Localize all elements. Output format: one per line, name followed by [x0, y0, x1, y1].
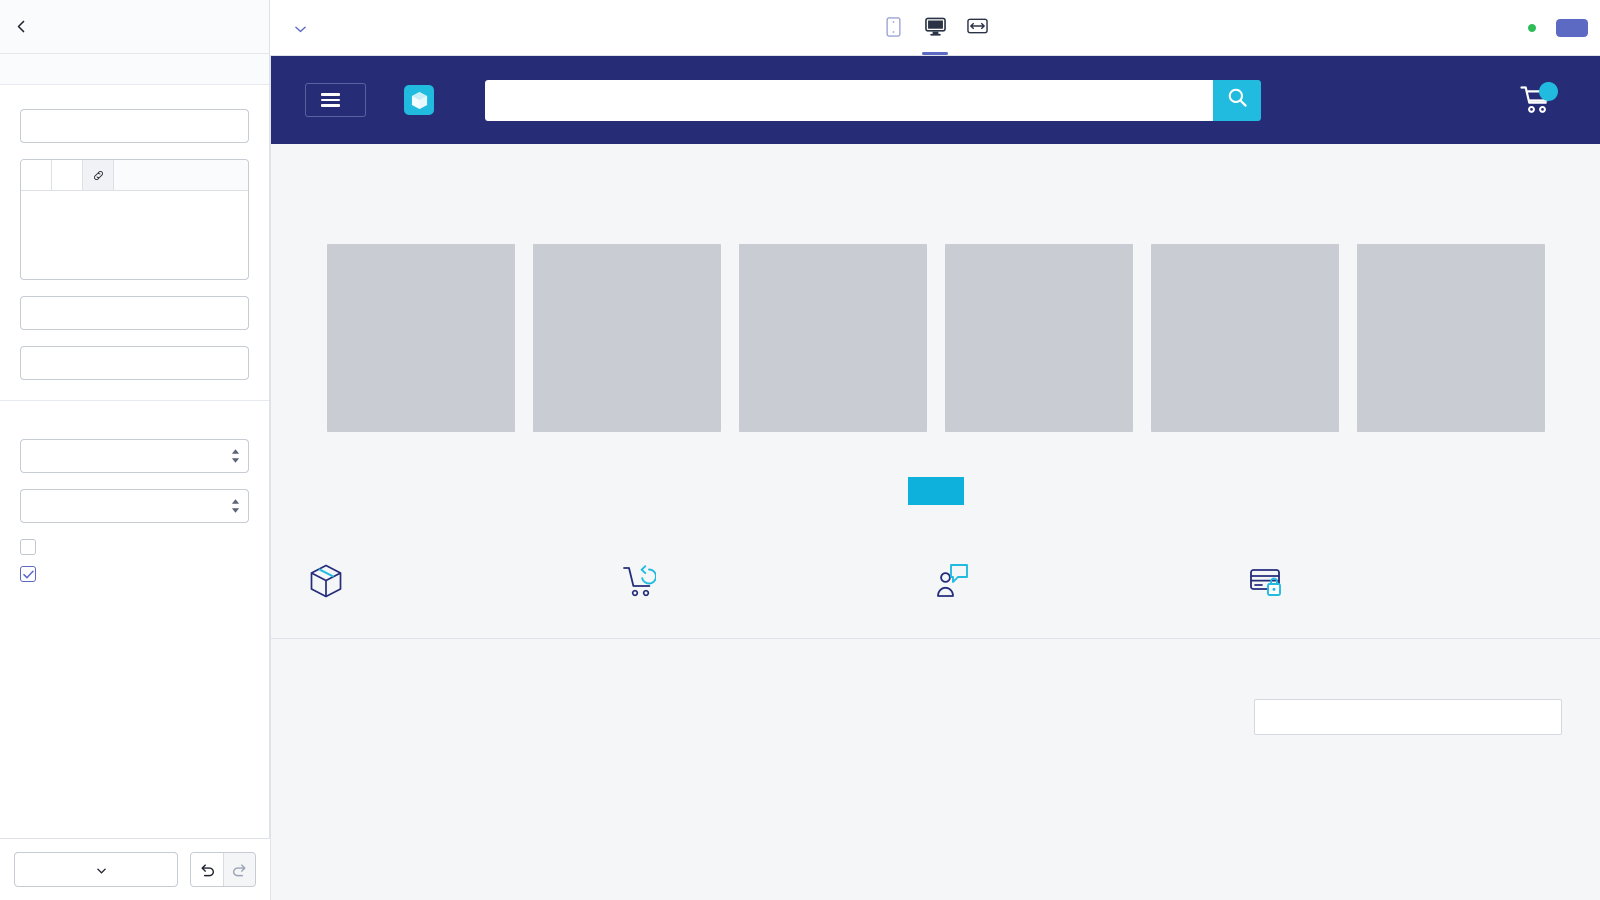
field-title: [20, 109, 249, 143]
settings-group-appearance: [0, 400, 269, 613]
return-cart-icon: [622, 563, 658, 604]
store-header: [271, 56, 1600, 144]
gallery-image[interactable]: [944, 244, 1133, 432]
desktop-view-button[interactable]: [918, 7, 952, 55]
follow-button[interactable]: [907, 477, 964, 505]
gallery-image[interactable]: [738, 244, 927, 432]
footer-newsletter: [1254, 677, 1562, 735]
check-icon: [22, 569, 34, 578]
newsletter-email-input[interactable]: [1254, 699, 1562, 735]
store-search-input[interactable]: [485, 79, 1213, 121]
box-logo-icon: [404, 85, 434, 115]
device-preview-toggle: [876, 0, 994, 56]
fullwidth-view-button[interactable]: [960, 7, 994, 49]
undo-icon[interactable]: [191, 853, 223, 886]
storefront: [271, 56, 1600, 900]
field-button-text: [20, 296, 249, 330]
trust-badges: [271, 505, 1600, 639]
desktop-icon: [924, 17, 946, 42]
editor-main: [270, 0, 1600, 900]
store-brand[interactable]: [404, 85, 447, 115]
footer-menu: [976, 677, 1254, 735]
field-button-link: [20, 346, 249, 380]
store-search: [485, 79, 1261, 121]
store-search-button[interactable]: [1213, 79, 1261, 121]
section-subtitle: [271, 190, 1600, 212]
image-size-select[interactable]: [20, 489, 249, 523]
store-cart-button[interactable]: [1500, 82, 1566, 115]
live-dot-icon: [1528, 23, 1536, 32]
live-status: [1528, 23, 1542, 32]
italic-button[interactable]: [52, 160, 83, 190]
secure-card-icon: [1249, 563, 1283, 604]
sidebar-scroll-body[interactable]: [0, 85, 269, 900]
trust-item: [309, 563, 622, 604]
cart-count-badge: [1539, 82, 1558, 101]
store-footer: [271, 639, 1600, 735]
instagram-gallery: [271, 212, 1600, 432]
editor-topbar: [270, 0, 1600, 56]
gallery-image[interactable]: [1356, 244, 1545, 432]
search-icon: [1227, 87, 1248, 113]
checkbox-box[interactable]: [20, 566, 36, 582]
layout-select[interactable]: [20, 439, 249, 473]
save-button[interactable]: [1556, 18, 1588, 37]
chevron-left-icon: [14, 19, 29, 34]
subtitle-richtext[interactable]: [20, 159, 249, 280]
field-layout: [20, 439, 249, 473]
field-image-size: [20, 489, 249, 523]
mobile-view-button[interactable]: [876, 7, 910, 49]
settings-group-main: [0, 85, 269, 400]
history-buttons: [190, 852, 256, 887]
follow-button-wrap: [271, 432, 1600, 505]
image-size-select-wrap: [20, 489, 249, 523]
checkbox-box[interactable]: [20, 539, 36, 555]
settings-sidebar: [0, 0, 270, 900]
gallery-image[interactable]: [326, 244, 515, 432]
checkbox-spacing[interactable]: [20, 566, 249, 582]
trust-item: [1249, 563, 1562, 604]
layout-select-wrap: [20, 439, 249, 473]
chevron-down-icon: [295, 20, 306, 36]
cart-icon: [1520, 82, 1558, 115]
title-input[interactable]: [20, 109, 249, 143]
theme-actions-dropdown[interactable]: [14, 852, 178, 887]
support-chat-icon: [936, 563, 970, 604]
store-menu-button[interactable]: [305, 83, 366, 117]
gallery-image[interactable]: [1150, 244, 1339, 432]
hamburger-icon: [321, 93, 340, 107]
sidebar-header: [0, 0, 269, 54]
checkbox-full-width[interactable]: [20, 539, 249, 555]
fullwidth-icon: [966, 17, 988, 40]
button-text-input[interactable]: [20, 296, 249, 330]
appearance-heading: [20, 419, 249, 425]
button-link-input[interactable]: [20, 346, 249, 380]
back-button[interactable]: [0, 0, 42, 54]
bold-button[interactable]: [21, 160, 52, 190]
footer-about: [309, 677, 976, 735]
topbar-actions: [1528, 18, 1588, 37]
gallery-image[interactable]: [532, 244, 721, 432]
sidebar-footer-bar: [0, 838, 270, 900]
trust-item: [622, 563, 935, 604]
package-icon: [309, 563, 343, 604]
field-subtitle: [20, 159, 249, 280]
trust-item: [936, 563, 1249, 604]
redo-icon[interactable]: [223, 853, 255, 886]
page-selector[interactable]: [280, 14, 314, 42]
section-title: [271, 144, 1600, 190]
theme-editor-app: [0, 0, 1600, 900]
mobile-icon: [885, 16, 901, 42]
store-preview-frame[interactable]: [270, 56, 1600, 900]
settings-section-label: [0, 54, 269, 85]
subtitle-input[interactable]: [21, 191, 248, 279]
link-icon[interactable]: [83, 160, 114, 190]
chevron-down-icon: [96, 862, 106, 877]
richtext-toolbar: [21, 160, 248, 191]
